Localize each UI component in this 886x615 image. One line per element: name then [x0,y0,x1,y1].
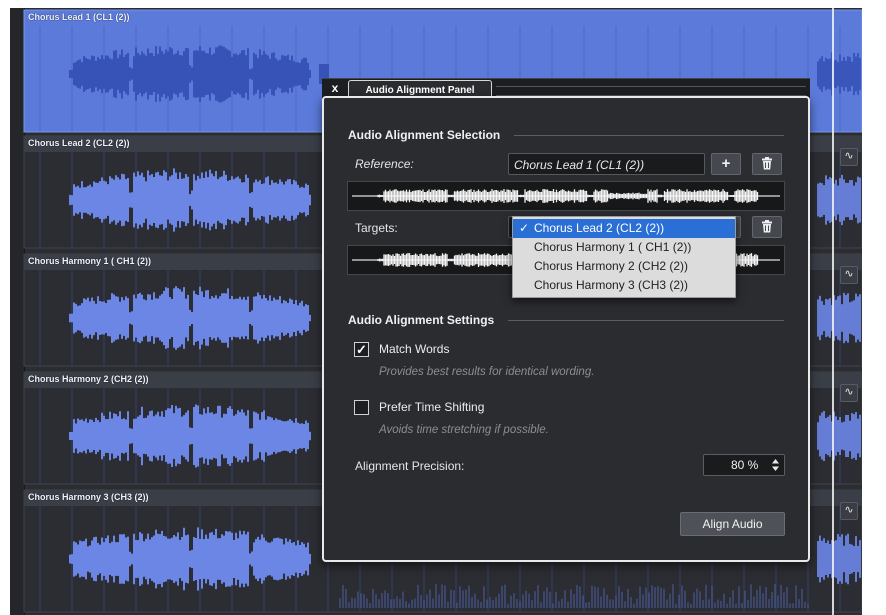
add-reference-button[interactable]: + [711,153,741,175]
close-icon[interactable]: x [328,80,342,96]
waveform-icon[interactable]: ∿ [840,502,858,520]
prefer-time-shifting-description: Avoids time stretching if possible. [379,424,549,436]
track-name: Chorus Lead 2 (CL2 (2)) [28,138,130,148]
waveform-icon[interactable]: ∿ [840,266,858,284]
dropdown-option[interactable]: ✓ Chorus Lead 2 (CL2 (2)) [513,219,735,238]
reference-waveform-graphic [352,189,780,203]
alignment-precision-field[interactable]: 80 % [703,454,785,476]
trash-icon [762,157,772,170]
track-name: Chorus Harmony 3 (CH3 (2)) [28,492,149,502]
dropdown-option[interactable]: Chorus Harmony 2 (CH2 (2)) [513,257,735,276]
reference-waveform [347,181,785,211]
track-name: Chorus Harmony 2 (CH2 (2)) [28,374,149,384]
delete-reference-button[interactable] [752,153,782,175]
titlebar-grip [496,86,806,96]
dropdown-option[interactable]: Chorus Harmony 3 (CH3 (2)) [513,276,735,295]
section-title-selection: Audio Alignment Selection [348,128,501,142]
spinner-arrows-icon[interactable] [772,459,779,471]
match-words-description: Provides best results for identical word… [379,366,595,378]
trash-icon [762,220,772,233]
project-cursor[interactable] [832,8,834,615]
section-divider [508,320,784,321]
prefer-time-shifting-label[interactable]: Prefer Time Shifting [379,400,484,414]
section-divider [514,135,784,136]
match-words-checkbox[interactable]: ✓ [354,342,369,357]
checkmark-icon: ✓ [519,221,530,235]
alignment-precision-label: Alignment Precision: [355,459,465,473]
waveform-icon[interactable]: ∿ [840,148,858,166]
waveform-icon[interactable]: ∿ [840,384,858,402]
align-audio-button[interactable]: Align Audio [680,512,785,536]
reference-field[interactable]: Chorus Lead 1 (CL1 (2)) [508,153,705,175]
precision-value: 80 % [731,458,759,472]
dropdown-option[interactable]: Chorus Harmony 1 ( CH1 (2)) [513,238,735,257]
match-words-label[interactable]: Match Words [379,342,449,356]
targets-label: Targets: [355,221,398,235]
reference-label: Reference: [355,157,414,171]
track-name: Chorus Harmony 1 ( CH1 (2)) [28,256,152,266]
section-title-settings: Audio Alignment Settings [348,313,495,327]
delete-target-button[interactable] [752,216,782,238]
targets-dropdown-menu: ✓ Chorus Lead 2 (CL2 (2)) Chorus Harmony… [512,216,736,298]
track-name: Chorus Lead 1 (CL1 (2)) [28,12,130,22]
prefer-time-shifting-checkbox[interactable] [354,400,369,415]
